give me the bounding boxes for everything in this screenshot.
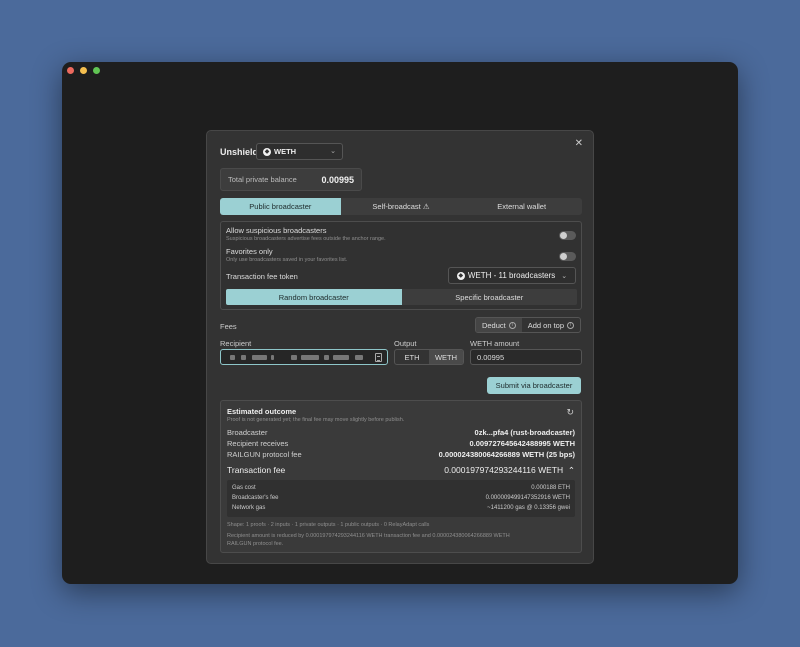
- favorites-only-subtitle: Only use broadcasters saved in your favo…: [226, 257, 348, 263]
- broadcaster-fee-value: 0.000009499147352916 WETH: [485, 495, 570, 501]
- amount-label: WETH amount: [470, 339, 520, 348]
- recipient-label: Recipient: [220, 339, 252, 348]
- balance-value: 0.00995: [321, 174, 354, 185]
- broadcast-tabs: Public broadcaster Self-broadcast ⚠ Exte…: [220, 198, 582, 215]
- info-icon[interactable]: i: [567, 321, 574, 329]
- fee-token-label: Transaction fee token: [226, 272, 298, 281]
- chevron-down-icon: ⌄: [330, 148, 336, 155]
- maximize-window-button[interactable]: [93, 67, 100, 74]
- tab-specific-broadcaster[interactable]: Specific broadcaster: [402, 289, 578, 305]
- transaction-fee-value: 0.000197974293244116 WETH: [444, 465, 564, 475]
- amount-input[interactable]: 0.00995: [470, 349, 582, 365]
- protocol-fee-value: 0.000024380064266889 WETH (25 bps): [438, 450, 575, 459]
- fee-breakdown: Gas cost 0.000188 ETH Broadcaster's fee …: [227, 480, 575, 517]
- redacted-text: [333, 355, 349, 360]
- outcome-title: Estimated outcome: [227, 407, 297, 416]
- transaction-fee-label: Transaction fee: [227, 465, 286, 475]
- fee-token-select[interactable]: ◆ WETH - 11 broadcasters ⌄: [448, 267, 576, 284]
- minimize-window-button[interactable]: [80, 67, 87, 74]
- output-label: Output: [394, 339, 417, 348]
- submit-button[interactable]: Submit via broadcaster: [487, 377, 581, 394]
- proof-shape: Shape: 1 proofs · 2 inputs · 1 private o…: [227, 522, 430, 528]
- allow-suspicious-subtitle: Suspicious broadcasters advertise fees o…: [226, 236, 386, 242]
- broadcaster-value: 0zk...pfa4 (rust-broadcaster): [474, 428, 575, 437]
- redacted-text: [241, 355, 246, 360]
- info-icon[interactable]: i: [508, 321, 516, 329]
- chevron-down-icon: ⌄: [561, 272, 568, 280]
- broadcaster-fee-label: Broadcaster's fee: [232, 495, 279, 501]
- recipient-receives-label: Recipient receives: [227, 439, 289, 448]
- allow-suspicious-toggle[interactable]: [559, 231, 576, 240]
- output-eth-button[interactable]: ETH: [395, 350, 429, 364]
- fees-label: Fees: [220, 322, 237, 331]
- warning-icon: ⚠: [422, 202, 430, 211]
- private-balance: Total private balance 0.00995: [220, 168, 362, 191]
- broadcaster-settings: Allow suspicious broadcasters Suspicious…: [220, 221, 582, 310]
- gas-cost-value: 0.000188 ETH: [531, 485, 570, 491]
- network-gas-value: ~1411200 gas @ 0.13356 gwei: [487, 505, 570, 511]
- chevron-up-icon: ⌃: [567, 465, 575, 475]
- tab-random-broadcaster[interactable]: Random broadcaster: [226, 289, 402, 305]
- favorites-only-title: Favorites only: [226, 247, 273, 256]
- redacted-text: [230, 355, 235, 360]
- fee-add-on-top-button[interactable]: Add on top i: [522, 318, 580, 332]
- tab-public-broadcaster[interactable]: Public broadcaster: [220, 198, 341, 215]
- estimated-outcome-panel: Estimated outcome Proof is not generated…: [220, 400, 582, 553]
- redacted-text: [324, 355, 329, 360]
- close-icon[interactable]: ✕: [575, 138, 583, 149]
- output-token-toggle: ETH WETH: [394, 349, 464, 365]
- allow-suspicious-title: Allow suspicious broadcasters: [226, 226, 327, 235]
- transaction-fee-toggle[interactable]: 0.000197974293244116 WETH ⌃: [444, 465, 575, 476]
- fee-note-continued: RAILGUN protocol fee.: [227, 541, 284, 547]
- tab-external-wallet[interactable]: External wallet: [461, 198, 582, 215]
- redacted-text: [301, 355, 319, 360]
- eth-token-icon: ◆: [263, 147, 271, 156]
- balance-label: Total private balance: [228, 175, 297, 184]
- modal-title: Unshield: [220, 147, 259, 157]
- refresh-icon[interactable]: ↻: [566, 407, 574, 418]
- protocol-fee-label: RAILGUN protocol fee: [227, 450, 302, 459]
- gas-cost-label: Gas cost: [232, 485, 256, 491]
- redacted-text: [291, 355, 297, 360]
- close-window-button[interactable]: [67, 67, 74, 74]
- outcome-subtitle: Proof is not generated yet; the final fe…: [227, 417, 405, 423]
- eth-token-icon: ◆: [456, 271, 465, 280]
- token-select-value: WETH: [274, 147, 297, 156]
- redacted-text: [252, 355, 267, 360]
- app-window: Unshield ◆ WETH ⌄ ✕ Total private balanc…: [62, 62, 738, 584]
- broadcaster-label: Broadcaster: [227, 428, 268, 437]
- redacted-text: [355, 355, 363, 360]
- fee-token-value: WETH - 11 broadcasters: [467, 271, 556, 280]
- tab-self-broadcast[interactable]: Self-broadcast ⚠: [341, 198, 462, 215]
- network-gas-label: Network gas: [232, 505, 266, 511]
- favorites-only-toggle[interactable]: [559, 252, 576, 261]
- token-select[interactable]: ◆ WETH ⌄: [256, 143, 343, 160]
- paste-icon[interactable]: [375, 353, 382, 362]
- fee-mode-toggle: Deduct i Add on top i: [474, 317, 581, 333]
- redacted-text: [271, 355, 274, 360]
- fee-note: Recipient amount is reduced by 0.0001979…: [227, 533, 510, 539]
- fee-deduct-button[interactable]: Deduct i: [475, 318, 522, 332]
- recipient-input[interactable]: [220, 349, 388, 365]
- broadcaster-mode-tabs: Random broadcaster Specific broadcaster: [226, 289, 577, 305]
- unshield-modal: Unshield ◆ WETH ⌄ ✕ Total private balanc…: [206, 130, 594, 564]
- output-weth-button[interactable]: WETH: [429, 350, 463, 364]
- recipient-receives-value: 0.009727645642488995 WETH: [469, 439, 576, 448]
- window-controls: [67, 67, 100, 74]
